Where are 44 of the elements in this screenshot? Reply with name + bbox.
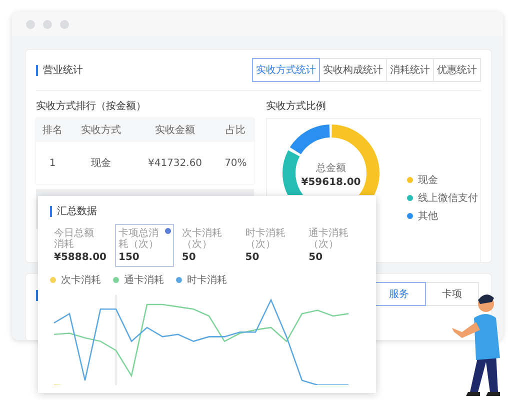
stat-tile[interactable]: 时卡消耗（次） 50 bbox=[241, 224, 301, 267]
table-cell: 现金 bbox=[69, 142, 133, 184]
panel-title: 营业统计 bbox=[43, 64, 83, 77]
stat-value: 50 bbox=[245, 252, 260, 263]
window-dot-icon[interactable] bbox=[43, 20, 52, 28]
stat-label: 次卡消耗（次） bbox=[182, 228, 223, 250]
stat-tile[interactable]: 次卡消耗（次） 50 bbox=[178, 224, 238, 267]
table-cell: 70% bbox=[217, 142, 254, 184]
column-header: 实收方式 bbox=[69, 118, 133, 142]
stat-label: 通卡消耗（次） bbox=[308, 228, 350, 250]
tab[interactable]: 优惠统计 bbox=[433, 58, 481, 82]
column-header: 占比 bbox=[217, 118, 254, 142]
stat-value: 50 bbox=[182, 252, 197, 263]
window-dot-icon[interactable] bbox=[26, 20, 35, 28]
stat-value: ¥5888.00 bbox=[54, 252, 107, 263]
stat-value: 50 bbox=[308, 252, 324, 263]
stat-tile[interactable]: 通卡消耗（次） 50 bbox=[304, 224, 364, 267]
stat-value: 150 bbox=[118, 252, 140, 263]
table-cell: ¥41732.60 bbox=[132, 142, 218, 184]
legend-label: 线上微信支付 bbox=[418, 192, 478, 205]
section-title: 实收方式排行（按金额） bbox=[36, 100, 147, 113]
stat-label: 今日总额消耗 bbox=[54, 228, 95, 250]
table-cell: 1 bbox=[36, 142, 70, 184]
tab[interactable]: 卡项 bbox=[425, 282, 479, 306]
tab[interactable]: 消耗统计 bbox=[386, 58, 434, 82]
stat-tile[interactable]: 今日总额消耗 ¥5888.00 bbox=[50, 224, 111, 267]
window-dot-icon[interactable] bbox=[60, 20, 69, 28]
legend-label: 时卡消耗 bbox=[187, 274, 227, 287]
legend-label: 通卡消耗 bbox=[124, 274, 164, 287]
legend-label: 其他 bbox=[418, 210, 438, 223]
stat-tile[interactable]: 卡项总消耗（次） 150 bbox=[114, 224, 174, 267]
column-header: 实收金额 bbox=[132, 118, 218, 142]
legend-label: 次卡消耗 bbox=[61, 274, 101, 287]
column-header: 排名 bbox=[36, 118, 70, 142]
card-title: 汇总数据 bbox=[57, 204, 97, 218]
section-title: 实收方式比例 bbox=[266, 100, 327, 113]
tab[interactable]: 实收方式统计 bbox=[252, 58, 320, 82]
tab[interactable]: 实收构成统计 bbox=[319, 58, 387, 82]
stat-label: 时卡消耗（次） bbox=[245, 228, 286, 250]
legend-label: 现金 bbox=[418, 174, 438, 187]
info-icon[interactable] bbox=[164, 228, 171, 234]
total-label: 总金额 bbox=[316, 162, 346, 175]
stat-label: 卡项总消耗（次） bbox=[118, 228, 160, 250]
total-amount: ¥59618.00 bbox=[301, 177, 361, 188]
